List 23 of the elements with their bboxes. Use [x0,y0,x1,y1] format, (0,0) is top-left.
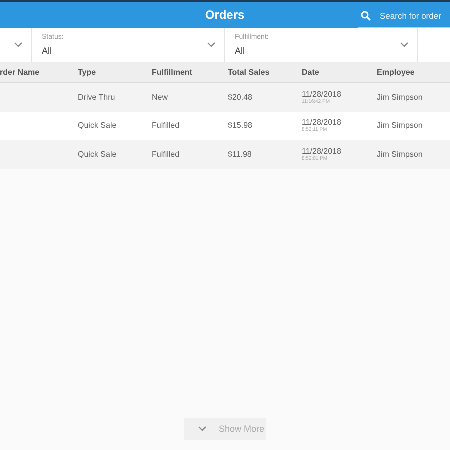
column-header[interactable]: Date [302,68,377,76]
search-field[interactable]: Search for order [380,8,448,22]
table-cell-text: $11.98 [228,150,253,159]
column-header[interactable]: Fulfillment [152,68,228,76]
table-cell-text: Jim Simpson [377,92,424,102]
table-cell-text: Quick Sale [78,150,118,159]
table-cell-text: Fulfilled [152,121,181,130]
table-cell-text: Jim Simpson [377,121,424,130]
table-cell-text: 11/28/2018 [302,118,342,128]
table-cell-text: 11/28/2018 [302,146,342,156]
table-cell-text: $20.48 [228,92,254,102]
window-title: Orders [205,8,245,22]
table-cell-text: Fulfilled [152,150,181,159]
table-cell-text: 11/28/2018 [302,90,342,99]
table-cell-text: $15.98 [228,121,254,130]
table-cell-text: New [152,92,170,102]
table-cell-text: Jim Simpson [377,150,424,159]
column-header[interactable]: Type [78,68,152,76]
column-header[interactable]: Total Sales [228,68,302,76]
column-header[interactable]: rder Name [0,68,78,76]
column-header[interactable]: Employee [377,68,450,76]
table-cell-text: Quick Sale [78,121,118,130]
table-cell-text: Drive Thru [78,92,116,102]
